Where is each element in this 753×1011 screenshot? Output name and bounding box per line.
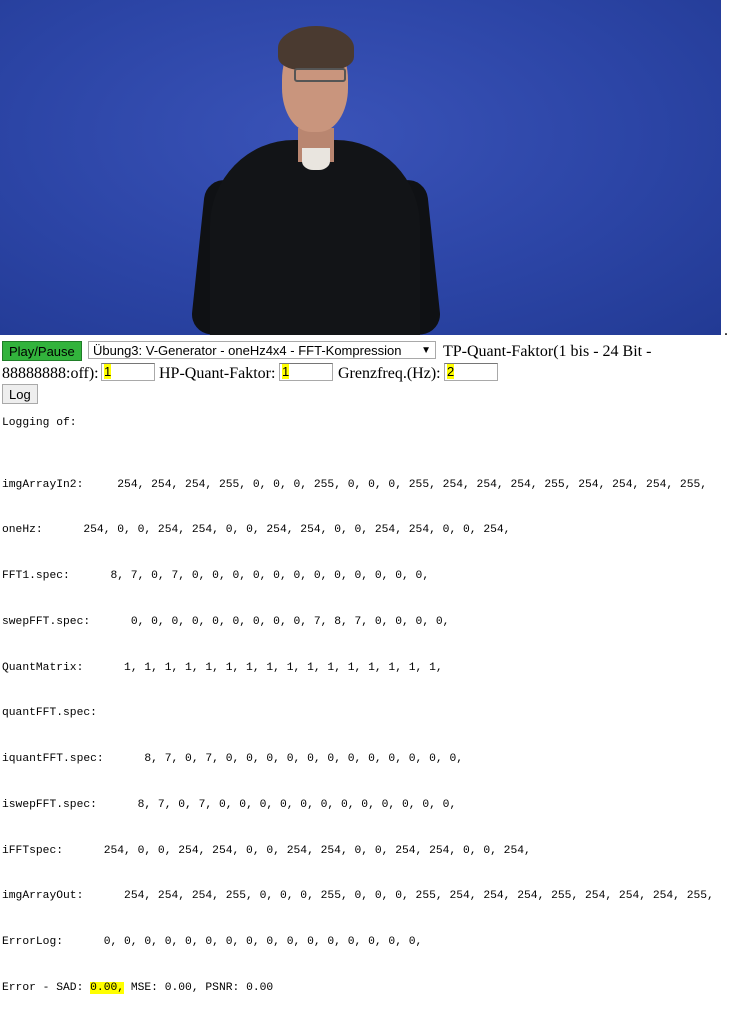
log-line: oneHz: 254, 0, 0, 254, 254, 0, 0, 254, 2… — [2, 524, 511, 537]
log-line: swepFFT.spec: 0, 0, 0, 0, 0, 0, 0, 0, 0,… — [2, 615, 450, 628]
presenter-glasses — [294, 68, 346, 82]
hp-quant-label: HP-Quant-Faktor: — [159, 365, 276, 382]
hp-quant-input[interactable]: 1 — [279, 363, 333, 381]
exercise-select[interactable]: Übung3: V-Generator - oneHz4x4 - FFT-Kom… — [88, 341, 436, 359]
log-line: iFFTspec: 254, 0, 0, 254, 254, 0, 0, 254… — [2, 844, 531, 857]
tp-quant-input[interactable]: 1 — [101, 363, 155, 381]
presenter-hair — [278, 26, 354, 70]
log-line: QuantMatrix: 1, 1, 1, 1, 1, 1, 1, 1, 1, … — [2, 661, 443, 674]
log-button[interactable]: Log — [2, 384, 38, 404]
grenzfreq-input[interactable]: 2 — [444, 363, 498, 381]
log-lines: imgArrayIn2: 254, 254, 254, 255, 0, 0, 0… — [2, 447, 714, 1011]
log-line: imgArrayOut: 254, 254, 254, 255, 0, 0, 0… — [2, 890, 714, 903]
log-line: iswepFFT.spec: 8, 7, 0, 7, 0, 0, 0, 0, 0… — [2, 798, 457, 811]
log-line: quantFFT.spec: — [2, 707, 97, 720]
grenzfreq-label: Grenzfreq.(Hz): — [338, 365, 441, 382]
error-prefix: Error - SAD: — [2, 981, 91, 994]
sad-value: 0.00, — [90, 981, 125, 994]
log-heading: Logging of: — [2, 417, 77, 429]
tp-quant-label-line1: TP-Quant-Faktor(1 bis - 24 Bit - — [443, 343, 652, 360]
presenter-figure — [180, 20, 442, 335]
log-line: ErrorLog: 0, 0, 0, 0, 0, 0, 0, 0, 0, 0, … — [2, 936, 423, 948]
grenzfreq-value: 2 — [447, 364, 455, 379]
hp-quant-value: 1 — [282, 364, 290, 379]
log-line: imgArrayIn2: 254, 254, 254, 255, 0, 0, 0… — [2, 478, 708, 491]
play-pause-button[interactable]: Play/Pause — [2, 341, 82, 361]
tp-quant-value: 1 — [104, 364, 112, 379]
video-player[interactable] — [0, 0, 721, 335]
trailing-dot: . — [724, 322, 728, 339]
log-line: FFT1.spec: 8, 7, 0, 7, 0, 0, 0, 0, 0, 0,… — [2, 570, 430, 582]
chevron-down-icon: ▼ — [421, 345, 431, 356]
exercise-select-value: Übung3: V-Generator - oneHz4x4 - FFT-Kom… — [93, 343, 402, 358]
tp-quant-label-line2: 88888888:off): — [2, 365, 99, 382]
log-line: iquantFFT.spec: 8, 7, 0, 7, 0, 0, 0, 0, … — [2, 753, 464, 765]
presenter-collar — [302, 148, 330, 170]
error-line: Error - SAD: 0.00, MSE: 0.00, PSNR: 0.00 — [2, 981, 714, 996]
error-suffix: MSE: 0.00, PSNR: 0.00 — [124, 981, 274, 994]
